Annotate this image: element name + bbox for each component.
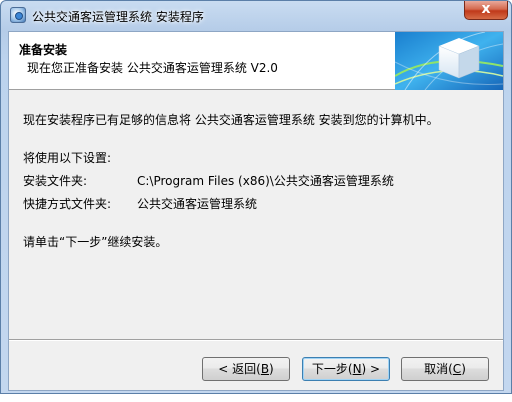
install-folder-label: 安装文件夹: xyxy=(23,174,88,188)
cancel-button[interactable]: 取消(C) xyxy=(401,357,489,381)
page-subtitle: 现在您正准备安装 公共交通客运管理系统 V2.0 xyxy=(27,61,278,75)
next-button-label: 下一步( xyxy=(311,362,353,376)
back-button-suffix: ) xyxy=(269,362,274,376)
intro-text: 现在安装程序已有足够的信息将 公共交通客运管理系统 安装到您的计算机中。 xyxy=(23,113,439,127)
cancel-button-suffix: ) xyxy=(461,362,466,376)
close-icon: x xyxy=(481,1,491,17)
window-title: 公共交通客运管理系统 安装程序 xyxy=(32,10,204,24)
next-button-suffix: ) > xyxy=(361,362,381,376)
wizard-header: 准备安装 现在您正准备安装 公共交通客运管理系统 V2.0 xyxy=(9,32,503,90)
back-button-label: < 返回( xyxy=(218,362,261,376)
cancel-button-label: 取消( xyxy=(424,362,453,376)
next-button-key: N xyxy=(352,362,362,376)
instruction-text: 请单击“下一步”继续安装。 xyxy=(23,235,168,249)
installer-window: 公共交通客运管理系统 安装程序 x 准备安装 现在您正准备安装 公共交通客运管理… xyxy=(0,0,512,394)
dialog-client: 准备安装 现在您正准备安装 公共交通客运管理系统 V2.0 现在安装程序已有足够… xyxy=(8,31,504,391)
footer-divider xyxy=(9,339,503,341)
cube-globe-banner-icon xyxy=(395,32,503,90)
settings-heading: 将使用以下设置: xyxy=(23,151,112,165)
back-button[interactable]: < 返回(B) xyxy=(202,357,290,381)
shortcut-folder-label: 快捷方式文件夹: xyxy=(23,197,112,211)
installer-app-icon[interactable] xyxy=(10,7,26,23)
close-button[interactable]: x xyxy=(464,1,508,20)
back-button-key: B xyxy=(260,362,270,376)
shortcut-folder-value: 公共交通客运管理系统 xyxy=(137,197,258,211)
title-bar[interactable]: 公共交通客运管理系统 安装程序 x xyxy=(1,1,511,31)
install-folder-value: C:\Program Files (x86)\公共交通客运管理系统 xyxy=(137,174,394,188)
cancel-button-key: C xyxy=(452,362,462,376)
page-title: 准备安装 xyxy=(19,43,68,57)
next-button[interactable]: 下一步(N) > xyxy=(302,357,390,381)
